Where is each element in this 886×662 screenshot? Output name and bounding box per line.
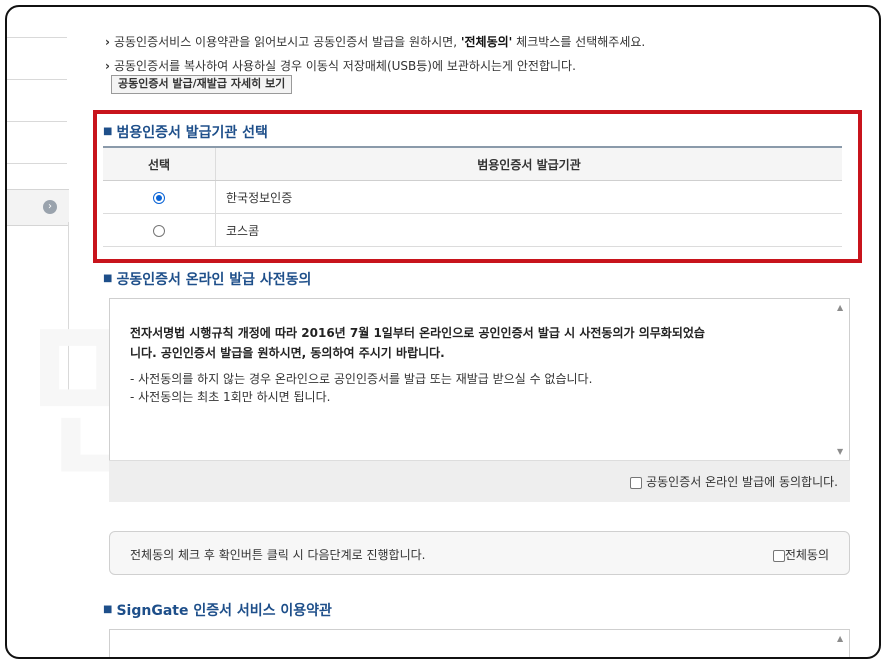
consent-checkbox-label[interactable]: 공동인증서 온라인 발급에 동의합니다. — [630, 473, 838, 490]
notice-text: 공동인증서를 복사하여 사용하실 경우 이동식 저장매체(USB등)에 보관하시… — [113, 59, 576, 73]
all-agree-checkbox-text: 전체동의 — [784, 548, 829, 562]
consent-main-text-2: 니다. 공인인증서 발급을 원하시면, 동의하여 주시기 바랍니다. — [130, 346, 445, 360]
radio-koscom[interactable] — [153, 224, 165, 237]
sidebar-divider — [7, 121, 67, 122]
notice-text: 체크박스를 선택해주세요. — [512, 35, 646, 49]
consent-checkbox-text: 공동인증서 온라인 발급에 동의합니다. — [646, 475, 838, 489]
ca-section-title: ■ 범용인증서 발급기관 선택 — [103, 122, 268, 142]
all-agree-checkbox[interactable] — [772, 549, 785, 562]
scrollbar[interactable]: ▲ ▼ — [834, 299, 849, 460]
scroll-up-icon[interactable]: ▲ — [837, 634, 843, 643]
sidebar-border — [68, 222, 69, 392]
table-row[interactable]: 한국정보인증 — [103, 180, 842, 214]
org-name: 코스콤 — [215, 213, 842, 247]
all-agree-message: 전체동의 체크 후 확인버튼 클릭 시 다음단계로 진행합니다. — [130, 548, 426, 562]
consent-main-text-1: 전자서명법 시행규칙 개정에 따라 2016년 7월 1일부터 온라인으로 공인… — [130, 326, 705, 340]
browser-frame: › 먼저와 결국 ›공동인증서비스 이용약관을 읽어보시고 공동인증서 발급을 … — [5, 5, 881, 659]
all-agree-checkbox-label[interactable]: 전체동의 — [772, 546, 829, 563]
all-agree-box: 전체동의 체크 후 확인버튼 클릭 시 다음단계로 진행합니다. 전체동의 — [109, 531, 850, 575]
ca-table: 선택 범용인증서 발급기관 한국정보인증 코스콤 — [103, 146, 842, 247]
radio-korea-info-cert[interactable] — [153, 191, 165, 204]
consent-section-title: ■ 공동인증서 온라인 발급 사전동의 — [103, 269, 311, 289]
consent-bullet-1: - 사전동의를 하지 않는 경우 온라인으로 공인인증서를 발급 또는 재발급 … — [130, 372, 593, 386]
bullet-icon: ■ — [103, 126, 113, 137]
table-row[interactable]: 코스콤 — [103, 213, 842, 247]
consent-bullet-2: - 사전동의는 최초 1회만 하시면 됩니다. — [130, 390, 331, 404]
signgate-terms-box[interactable]: ▲ — [109, 629, 850, 657]
arrow-icon: › — [105, 59, 110, 73]
sidebar-divider — [7, 79, 67, 80]
org-name: 한국정보인증 — [215, 180, 842, 214]
bullet-icon: ■ — [103, 604, 113, 615]
bullet-icon: ■ — [103, 273, 113, 284]
consent-checkbox[interactable] — [630, 476, 643, 489]
ca-section-title-text: 범용인증서 발급기관 선택 — [116, 125, 268, 141]
signgate-section-title: ■ SignGate 인증서 서비스 이용약관 — [103, 600, 332, 620]
detail-view-button[interactable]: 공동인증서 발급/재발급 자세히 보기 — [111, 75, 293, 94]
sidebar-divider — [7, 37, 67, 38]
scrollbar[interactable]: ▲ — [834, 630, 849, 657]
notice-text: 공동인증서비스 이용약관을 읽어보시고 공동인증서 발급을 원하시면, — [113, 35, 461, 49]
consent-section-title-text: 공동인증서 온라인 발급 사전동의 — [116, 272, 312, 288]
chevron-right-icon: › — [43, 200, 57, 214]
signgate-section-title-text: SignGate 인증서 서비스 이용약관 — [116, 603, 332, 619]
arrow-icon: › — [105, 35, 110, 49]
notice-emphasis: '전체동의' — [460, 35, 513, 49]
notice-line-1: › 공동인증서비스 이용약관을 읽어보시고 공동인증서 발급을 원하시면, '전체… — [105, 33, 645, 50]
col-org-header: 범용인증서 발급기관 — [215, 146, 842, 181]
notice-line-2: › 공동인증서를 복사하여 사용하실 경우 이동식 저장매체(USB등)에 보관하… — [105, 57, 576, 74]
sidebar-item-active[interactable]: › — [7, 189, 69, 226]
consent-text-box[interactable]: 전자서명법 시행규칙 개정에 따라 2016년 7월 1일부터 온라인으로 공인… — [109, 298, 850, 461]
scroll-up-icon[interactable]: ▲ — [837, 303, 843, 312]
sidebar-divider — [7, 163, 67, 164]
consent-footer: 공동인증서 온라인 발급에 동의합니다. — [109, 460, 850, 502]
scroll-down-icon[interactable]: ▼ — [837, 447, 843, 456]
col-select-header: 선택 — [103, 146, 216, 181]
